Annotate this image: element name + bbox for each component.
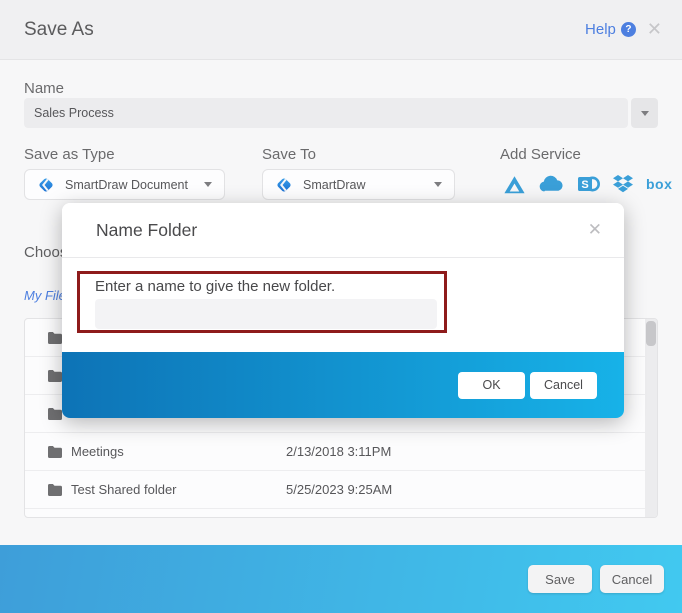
save-to-label: Save To bbox=[262, 146, 316, 163]
folder-row[interactable]: Meetings 2/13/2018 3:11PM bbox=[25, 433, 657, 471]
folder-icon bbox=[47, 331, 63, 345]
folder-name-prompt: Enter a name to give the new folder. bbox=[95, 278, 335, 295]
smartdraw-icon bbox=[37, 176, 55, 194]
save-as-type-select[interactable]: SmartDraw Document bbox=[24, 169, 225, 200]
folder-icon bbox=[47, 445, 63, 459]
help-icon: ? bbox=[621, 22, 636, 37]
folder-icon bbox=[47, 369, 63, 383]
save-to-select[interactable]: SmartDraw bbox=[262, 169, 455, 200]
chevron-down-icon bbox=[434, 182, 442, 187]
save-button[interactable]: Save bbox=[528, 565, 592, 593]
chevron-down-icon bbox=[204, 182, 212, 187]
modal-close-icon[interactable]: ✕ bbox=[588, 220, 602, 240]
help-link[interactable]: Help ? bbox=[585, 21, 636, 38]
save-as-type-value: SmartDraw Document bbox=[65, 178, 188, 192]
close-icon[interactable]: ✕ bbox=[645, 19, 664, 40]
modal-body: Enter a name to give the new folder. bbox=[62, 258, 624, 352]
folder-date: 5/25/2023 9:25AM bbox=[286, 482, 392, 497]
box-logo-text: box bbox=[646, 176, 672, 192]
help-link-label: Help bbox=[585, 21, 616, 38]
name-field-row bbox=[24, 98, 658, 128]
name-folder-modal: Name Folder ✕ Enter a name to give the n… bbox=[62, 203, 624, 418]
save-as-type-label: Save as Type bbox=[24, 146, 115, 163]
add-service-label: Add Service bbox=[500, 146, 581, 163]
name-dropdown-button[interactable] bbox=[631, 98, 658, 128]
folder-name-input[interactable] bbox=[95, 299, 437, 329]
folder-name: Meetings bbox=[71, 444, 124, 459]
folder-name: Test Shared folder bbox=[71, 482, 177, 497]
modal-title: Name Folder bbox=[96, 220, 197, 241]
dropbox-icon[interactable] bbox=[612, 174, 634, 194]
modal-header: Name Folder ✕ bbox=[62, 203, 624, 258]
bottom-bar: Save Cancel bbox=[0, 545, 682, 613]
folder-date: 2/13/2018 3:11PM bbox=[286, 444, 391, 459]
service-icons: S box bbox=[503, 173, 672, 195]
onedrive-icon[interactable] bbox=[538, 175, 565, 193]
folder-icon bbox=[47, 407, 63, 421]
modal-cancel-button[interactable]: Cancel bbox=[530, 372, 597, 399]
save-as-dialog: Save As Help ? ✕ Name Save as Type Smart… bbox=[0, 0, 682, 613]
ok-button[interactable]: OK bbox=[458, 372, 525, 399]
name-label: Name bbox=[24, 80, 64, 97]
page-title: Save As bbox=[24, 19, 94, 41]
svg-text:S: S bbox=[581, 179, 588, 191]
modal-footer: OK Cancel bbox=[62, 352, 624, 418]
name-input[interactable] bbox=[24, 98, 628, 128]
sharepoint-icon[interactable]: S bbox=[577, 173, 600, 195]
scrollbar-thumb[interactable] bbox=[646, 321, 656, 346]
google-drive-icon[interactable] bbox=[503, 174, 526, 195]
scrollbar-track[interactable] bbox=[645, 319, 657, 517]
folder-icon bbox=[47, 483, 63, 497]
folder-row[interactable]: Test Shared folder 5/25/2023 9:25AM bbox=[25, 471, 657, 509]
chevron-down-icon bbox=[641, 111, 649, 116]
box-icon[interactable]: box bbox=[646, 176, 672, 192]
save-to-value: SmartDraw bbox=[303, 178, 366, 192]
cancel-button[interactable]: Cancel bbox=[600, 565, 664, 593]
smartdraw-icon bbox=[275, 176, 293, 194]
dialog-header: Save As Help ? ✕ bbox=[0, 0, 682, 60]
